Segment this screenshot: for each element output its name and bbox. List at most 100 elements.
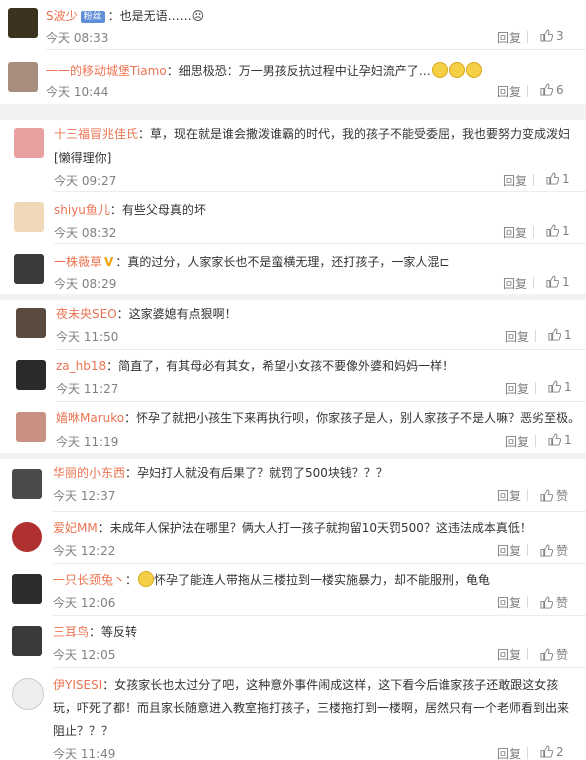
comment-item: S波少 粉丝 ：也是无语……☹ 今天 08:33 回复 3 (0, 0, 586, 50)
like-count: 3 (556, 29, 564, 43)
like-button[interactable]: 3 (540, 29, 564, 43)
avatar[interactable] (14, 128, 44, 158)
divider (527, 596, 528, 608)
comment-username[interactable]: 一只长颈兔丶 (53, 573, 125, 587)
emoji-icon (431, 62, 448, 78)
thumbs-up-icon (546, 224, 560, 237)
reply-button[interactable]: 回复 (503, 275, 527, 292)
fan-badge: 粉丝 (80, 11, 105, 23)
comment-item: 爱妃MM：未成年人保护法在哪里？俩大人打一孩子就拘留10天罚500？这违法成本真… (0, 512, 586, 564)
comment-text: 有些父母真的坏 (121, 203, 206, 217)
comment-username[interactable]: 伊YISESI (53, 678, 102, 692)
comment-time: 今天 09:27 (54, 174, 117, 188)
comment-item: 十三福冒兆佳氏：草，现在就是谁会撒泼谁霸的时代，我的孩子不能受委屈，我也要努力变… (0, 120, 586, 192)
reply-button[interactable]: 回复 (497, 29, 521, 46)
like-count: 2 (556, 745, 564, 759)
comment-item: 一一的移动城堡Tiamo：细思极恐：万一男孩反抗过程中让孕妇流产了… 今天 10… (0, 50, 586, 104)
avatar[interactable] (12, 522, 42, 552)
emoji-icon (448, 62, 465, 78)
avatar[interactable] (8, 8, 38, 38)
like-button[interactable]: 赞 (540, 487, 568, 504)
reply-button[interactable]: 回复 (497, 487, 521, 504)
like-button[interactable]: 1 (548, 433, 572, 447)
comment-group-4: 华丽的小东西：孕妇打人就没有后果了？就罚了500块钱？？？ 今天 12:37 回… (0, 459, 586, 760)
thumbs-up-icon (540, 745, 554, 758)
thumbs-up-icon (548, 328, 562, 341)
divider (533, 226, 534, 238)
divider (535, 435, 536, 447)
reply-button[interactable]: 回复 (505, 433, 529, 450)
comment-username[interactable]: shiyu鱼儿 (54, 203, 110, 217)
comment-time: 今天 12:22 (53, 544, 116, 558)
comment-time: 今天 11:19 (56, 435, 119, 449)
avatar[interactable] (16, 360, 46, 390)
comment-item: 夜未央SEO：这家婆媳有点狠啊！ 今天 11:50 回复 1 (0, 300, 586, 350)
like-count: 1 (562, 224, 570, 238)
comment-username[interactable]: 三耳鸟 (53, 625, 89, 639)
comment-text: 草，现在就是谁会撒泼谁霸的时代，我的孩子不能受委屈，我也要努力变成泼妇 (150, 127, 571, 141)
like-button[interactable]: 赞 (540, 646, 568, 663)
like-button[interactable]: 赞 (540, 542, 568, 559)
comment-username[interactable]: 十三福冒兆佳氏 (54, 127, 138, 141)
like-button[interactable]: 赞 (540, 594, 568, 611)
reply-button[interactable]: 回复 (503, 224, 527, 241)
comment-username[interactable]: 一一的移动城堡Tiamo (46, 64, 167, 78)
reply-button[interactable]: 回复 (497, 594, 521, 611)
reply-button[interactable]: 回复 (497, 83, 521, 100)
reply-button[interactable]: 回复 (497, 745, 521, 760)
avatar[interactable] (12, 678, 44, 710)
comment-group-2: 十三福冒兆佳氏：草，现在就是谁会撒泼谁霸的时代，我的孩子不能受委屈，我也要努力变… (0, 120, 586, 294)
comment-username[interactable]: 一株薇草 (54, 255, 102, 269)
thumbs-up-icon (540, 596, 554, 609)
like-button[interactable]: 6 (540, 83, 564, 97)
like-count: 赞 (556, 489, 569, 503)
comment-text: 怀孕了能连人带拖从三楼拉到一楼实施暴力，却不能服刑，龟龟 (154, 573, 491, 587)
comment-username[interactable]: 华丽的小东西 (53, 466, 125, 480)
like-button[interactable]: 1 (546, 172, 570, 186)
comment-text: 也是无语……☹ (119, 9, 205, 23)
comment-time: 今天 11:50 (56, 330, 119, 344)
divider (527, 85, 528, 97)
comment-username[interactable]: 嫱咻Maruko (56, 411, 124, 425)
avatar[interactable] (14, 202, 44, 232)
comment-username[interactable]: za_hb18 (56, 359, 106, 373)
comment-text: 阻止？？？ (53, 724, 114, 738)
comment-item: za_hb18：简直了，有其母必有其女，希望小女孩不要像外婆和妈妈一样！ 今天 … (0, 350, 586, 402)
thumbs-up-icon (540, 648, 554, 661)
comment-time: 今天 12:06 (53, 596, 116, 610)
like-count: 赞 (556, 648, 569, 662)
reply-button[interactable]: 回复 (505, 328, 529, 345)
like-button[interactable]: 1 (546, 224, 570, 238)
avatar[interactable] (12, 626, 42, 656)
like-count: 1 (564, 433, 572, 447)
divider (527, 31, 528, 43)
avatar[interactable] (16, 308, 46, 338)
reply-button[interactable]: 回复 (497, 646, 521, 663)
comment-time: 今天 08:29 (54, 277, 117, 291)
like-button[interactable]: 2 (540, 745, 564, 759)
comment-item: 三耳鸟：等反转 今天 12:05 回复 赞 (0, 616, 586, 668)
emoji-icon (465, 62, 482, 78)
avatar[interactable] (12, 574, 42, 604)
like-button[interactable]: 1 (548, 328, 572, 342)
divider (533, 174, 534, 186)
comment-text: 简直了，有其母必有其女，希望小女孩不要像外婆和妈妈一样！ (118, 359, 455, 373)
avatar[interactable] (12, 469, 42, 499)
reply-button[interactable]: 回复 (503, 172, 527, 189)
like-button[interactable]: 1 (546, 275, 570, 289)
reply-button[interactable]: 回复 (497, 542, 521, 559)
like-count: 1 (564, 328, 572, 342)
comment-text: 细思极恐：万一男孩反抗过程中让孕妇流产了… (178, 64, 431, 78)
avatar[interactable] (16, 412, 46, 442)
thumbs-up-icon (548, 433, 562, 446)
avatar[interactable] (8, 62, 38, 92)
verified-v-icon: V (104, 255, 114, 269)
comment-username[interactable]: S波少 (46, 9, 78, 23)
like-button[interactable]: 1 (548, 380, 572, 394)
avatar[interactable] (14, 254, 44, 284)
comment-username[interactable]: 爱妃MM (53, 521, 98, 535)
comment-username[interactable]: 夜未央SEO (56, 307, 117, 321)
comment-text: 玩，吓死了都！而且家长随意进入教室拖打孩子，三楼拖打到一楼啊，居然只有一个老师看… (53, 701, 570, 715)
reply-button[interactable]: 回复 (505, 380, 529, 397)
thumbs-up-icon (540, 29, 554, 42)
